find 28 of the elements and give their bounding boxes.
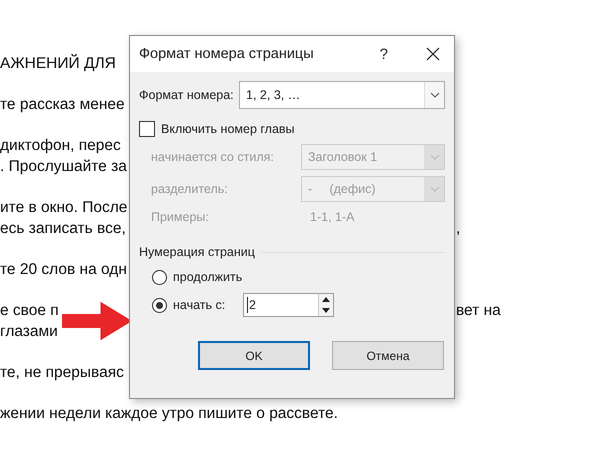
radio-label: начать с: bbox=[173, 297, 226, 314]
dialog-title: Формат номера страницы bbox=[139, 46, 315, 62]
document-text: вет на bbox=[455, 301, 502, 321]
field-label: разделитель: bbox=[151, 181, 229, 198]
radio-label: продолжить bbox=[173, 269, 243, 286]
number-format-dropdown[interactable]: 1, 2, 3, … bbox=[239, 81, 445, 109]
checkbox-label: Включить номер главы bbox=[161, 121, 295, 138]
document-text: . Прослушайте за bbox=[0, 157, 128, 177]
group-title: Нумерация страниц bbox=[139, 244, 255, 261]
document-text: те, не прерываяс bbox=[0, 363, 125, 383]
document-text: есь записать все, bbox=[0, 219, 127, 239]
document-text: е свое п bbox=[0, 301, 60, 321]
document-text: те 20 слов на одн bbox=[0, 260, 128, 280]
start-number-field[interactable]: 2 bbox=[243, 293, 334, 317]
document-text: АЖНЕНИЙ ДЛЯ bbox=[0, 53, 117, 74]
document-text: жении недели каждое утро пишите о рассвете. bbox=[0, 404, 339, 424]
field-label: Примеры: bbox=[151, 209, 210, 226]
document-text: , bbox=[455, 219, 462, 239]
dialog-button[interactable]: Отмена bbox=[332, 341, 444, 370]
document-text: глазами bbox=[0, 322, 59, 342]
help-button[interactable]: ? bbox=[380, 46, 388, 62]
document-text: те рассказ менее bbox=[0, 95, 126, 115]
example-text: 1-1, 1-А bbox=[309, 209, 354, 225]
dialog-button[interactable]: OK bbox=[198, 341, 310, 370]
document-text: ите в окно. После bbox=[0, 198, 128, 218]
document-text: диктофон, перес bbox=[0, 136, 122, 156]
field-label: Формат номера: bbox=[139, 87, 235, 104]
field-label: начинается со стиля: bbox=[151, 149, 275, 166]
